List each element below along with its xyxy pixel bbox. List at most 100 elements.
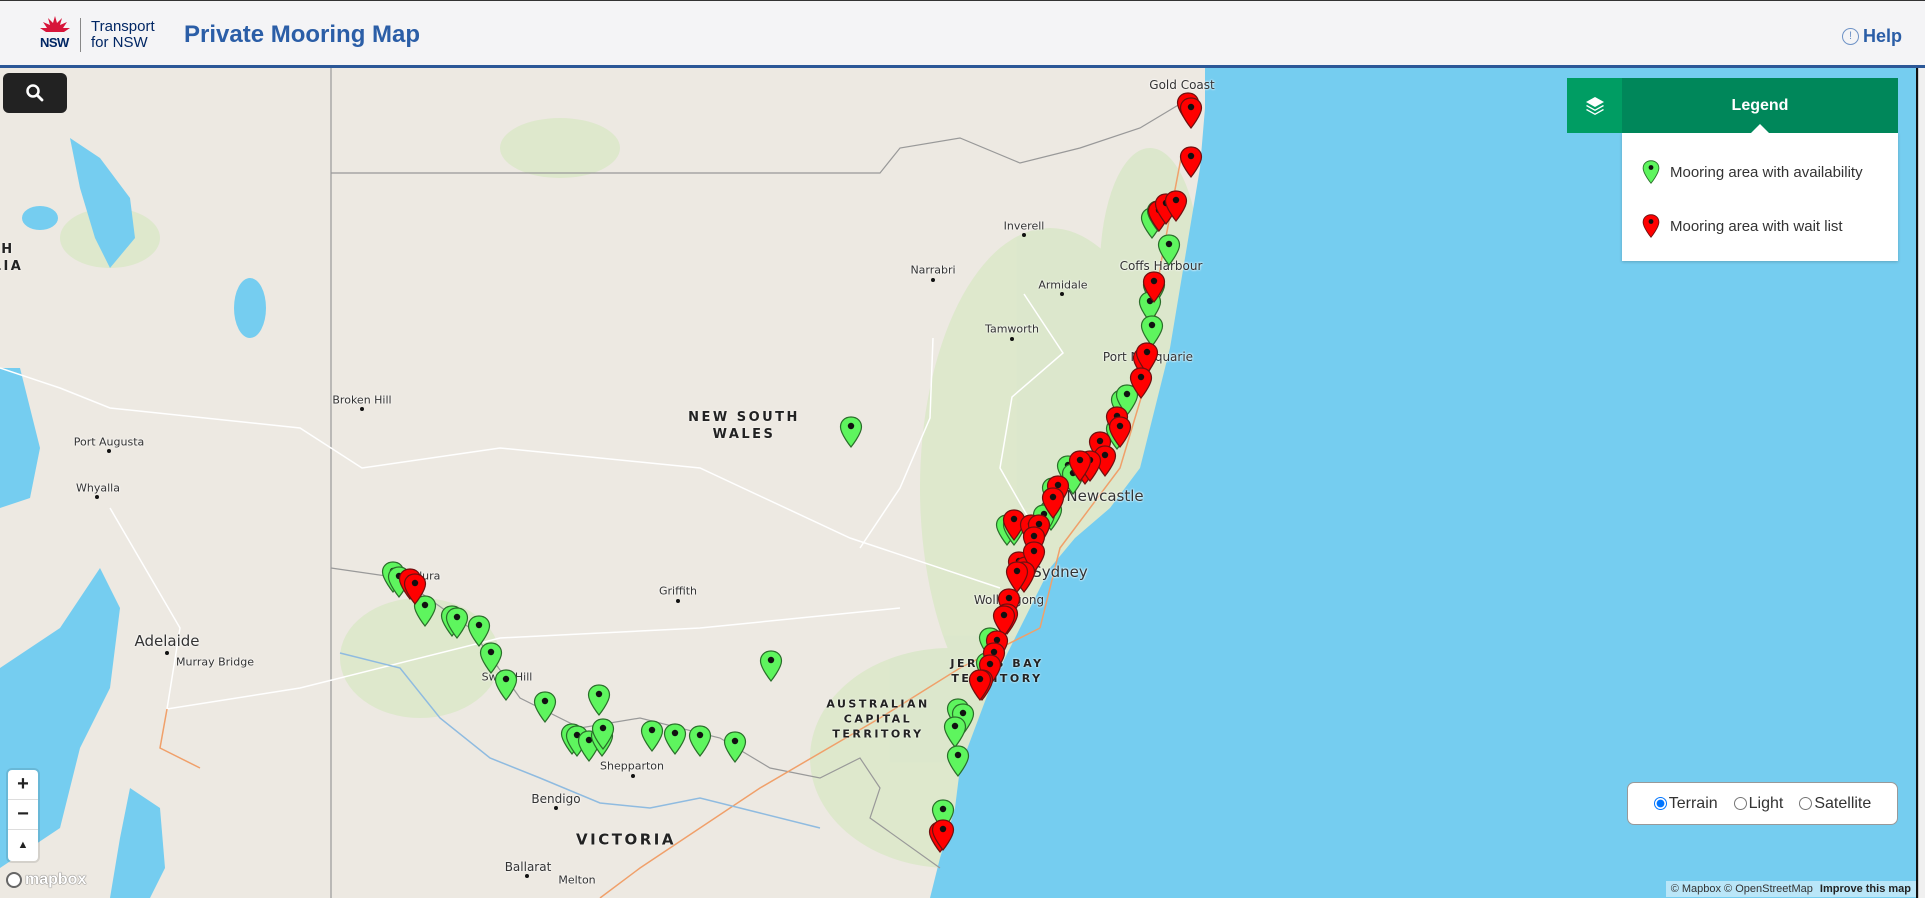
- mooring-marker-waitlist[interactable]: [1068, 450, 1092, 483]
- search-icon: [26, 84, 44, 102]
- mooring-marker-waitlist[interactable]: [1129, 367, 1153, 399]
- legend-item-available: Mooring area with availability: [1622, 145, 1898, 199]
- mooring-marker-available[interactable]: [663, 723, 687, 755]
- mooring-marker-available[interactable]: [494, 669, 518, 701]
- place-dot: [931, 278, 935, 282]
- mooring-marker-available[interactable]: [688, 725, 712, 758]
- layers-icon: [1585, 96, 1604, 115]
- transport-nsw-logo[interactable]: NSW Transport for NSW: [38, 15, 155, 55]
- terrain-radio[interactable]: [1653, 797, 1667, 810]
- place-melton: Melton: [558, 873, 596, 887]
- mooring-marker-waitlist[interactable]: [1164, 190, 1188, 223]
- place-dot: [107, 449, 111, 453]
- zoom-in-button[interactable]: +: [8, 770, 38, 800]
- header: NSW Transport for NSW Private Mooring Ma…: [0, 0, 1925, 68]
- legend-title: Legend: [1622, 78, 1898, 133]
- map-pin-icon: [931, 819, 954, 851]
- mapbox-logo-icon: [6, 872, 22, 888]
- zoom-controls: + − ▲: [8, 770, 38, 861]
- help-link[interactable]: ! Help: [1841, 26, 1902, 47]
- nsw-logo-text: NSW: [40, 35, 69, 50]
- place-shepparton: Shepparton: [600, 759, 664, 773]
- place-dot: [1010, 337, 1014, 341]
- style-option-light[interactable]: Light: [1733, 794, 1784, 813]
- legend-panel: Legend Mooring area with availability Mo…: [1567, 78, 1898, 261]
- place-broken-hill: Broken Hill: [332, 393, 392, 407]
- light-radio[interactable]: [1733, 797, 1747, 810]
- legend-item-waitlist: Mooring area with wait list: [1622, 199, 1898, 253]
- logo-divider: [80, 18, 81, 52]
- map-pin-icon: [1129, 367, 1152, 399]
- map-pin-icon: [445, 607, 468, 640]
- place-dot: [631, 774, 635, 778]
- mapbox-logo-text: mapbox: [25, 871, 87, 888]
- mooring-marker-available[interactable]: [640, 720, 664, 753]
- map-pin-icon: [839, 416, 862, 448]
- map-pin-icon: [1165, 190, 1188, 223]
- agency-name: Transport for NSW: [91, 19, 155, 51]
- red-map-pin-icon: [1642, 214, 1660, 238]
- map-pin-icon: [1179, 97, 1202, 129]
- map-attribution: © Mapbox © OpenStreetMap Improve this ma…: [1665, 881, 1916, 897]
- mooring-marker-waitlist[interactable]: [1179, 146, 1203, 178]
- place-inverell: Inverell: [1003, 219, 1045, 233]
- place-dot: [525, 874, 529, 878]
- place-tamworth: Tamworth: [985, 322, 1039, 336]
- waratah-logo-icon: NSW: [38, 15, 72, 55]
- region-label-south-australia: HLIA: [0, 242, 24, 274]
- map-pin-icon: [1069, 450, 1092, 483]
- place-bendigo: Bendigo: [531, 792, 581, 806]
- satellite-radio[interactable]: [1799, 797, 1813, 810]
- place-narrabri: Narrabri: [910, 263, 956, 277]
- mooring-marker-waitlist[interactable]: [968, 669, 992, 701]
- agency-name-line1: Transport: [91, 18, 155, 35]
- legend-header: Legend: [1567, 78, 1898, 133]
- mooring-marker-available[interactable]: [533, 691, 557, 723]
- style-option-satellite[interactable]: Satellite: [1799, 795, 1871, 813]
- map-pin-icon: [1142, 271, 1166, 304]
- mooring-marker-available[interactable]: [759, 650, 783, 683]
- page-scrollbar[interactable]: [1918, 68, 1925, 898]
- mooring-marker-available[interactable]: [587, 684, 611, 716]
- mapbox-logo[interactable]: mapbox: [6, 871, 86, 889]
- style-option-terrain[interactable]: Terrain: [1653, 795, 1718, 813]
- mooring-marker-waitlist[interactable]: [1142, 271, 1166, 304]
- map-pin-icon: [588, 684, 611, 716]
- map-pin-icon: [1179, 146, 1202, 178]
- search-button[interactable]: [3, 73, 67, 113]
- mooring-marker-waitlist[interactable]: [403, 573, 427, 606]
- mooring-marker-waitlist[interactable]: [931, 819, 955, 851]
- page-title: Private Mooring Map: [184, 21, 421, 48]
- mooring-marker-available[interactable]: [591, 718, 615, 750]
- attribution-text: © Mapbox © OpenStreetMap: [1670, 883, 1813, 895]
- place-dot: [676, 599, 680, 603]
- place-ballarat: Ballarat: [504, 860, 552, 874]
- region-label-act: AUSTRALIAN CAPITAL TERRITORY: [826, 697, 930, 741]
- map-pin-icon: [946, 745, 969, 777]
- mooring-marker-waitlist[interactable]: [1179, 97, 1203, 129]
- map-pin-icon: [724, 731, 747, 764]
- legend-toggle-button[interactable]: [1567, 78, 1622, 133]
- light-label: Light: [1748, 794, 1784, 812]
- map-pin-icon: [759, 650, 783, 683]
- mooring-marker-available[interactable]: [946, 745, 970, 777]
- mooring-marker-available[interactable]: [445, 607, 469, 640]
- place-adelaide: Adelaide: [134, 632, 200, 650]
- place-griffith: Griffith: [658, 584, 698, 598]
- map-pin-icon: [403, 573, 427, 606]
- mooring-marker-available[interactable]: [839, 416, 863, 448]
- place-dot: [165, 651, 169, 655]
- improve-map-link[interactable]: Improve this map: [1820, 883, 1911, 895]
- mooring-marker-available[interactable]: [943, 715, 967, 748]
- place-dot: [1060, 292, 1064, 296]
- map-pin-icon: [688, 725, 711, 758]
- compass-button[interactable]: ▲: [8, 830, 38, 860]
- info-circle-icon: !: [1841, 28, 1859, 45]
- map-pin-icon: [968, 669, 991, 701]
- zoom-out-button[interactable]: −: [8, 800, 38, 830]
- legend-body: Mooring area with availability Mooring a…: [1622, 133, 1898, 261]
- mooring-marker-available[interactable]: [1157, 234, 1181, 267]
- mooring-marker-available[interactable]: [723, 731, 747, 764]
- region-label-nsw: NEW SOUTH WALES: [688, 410, 800, 442]
- satellite-label: Satellite: [1814, 794, 1872, 812]
